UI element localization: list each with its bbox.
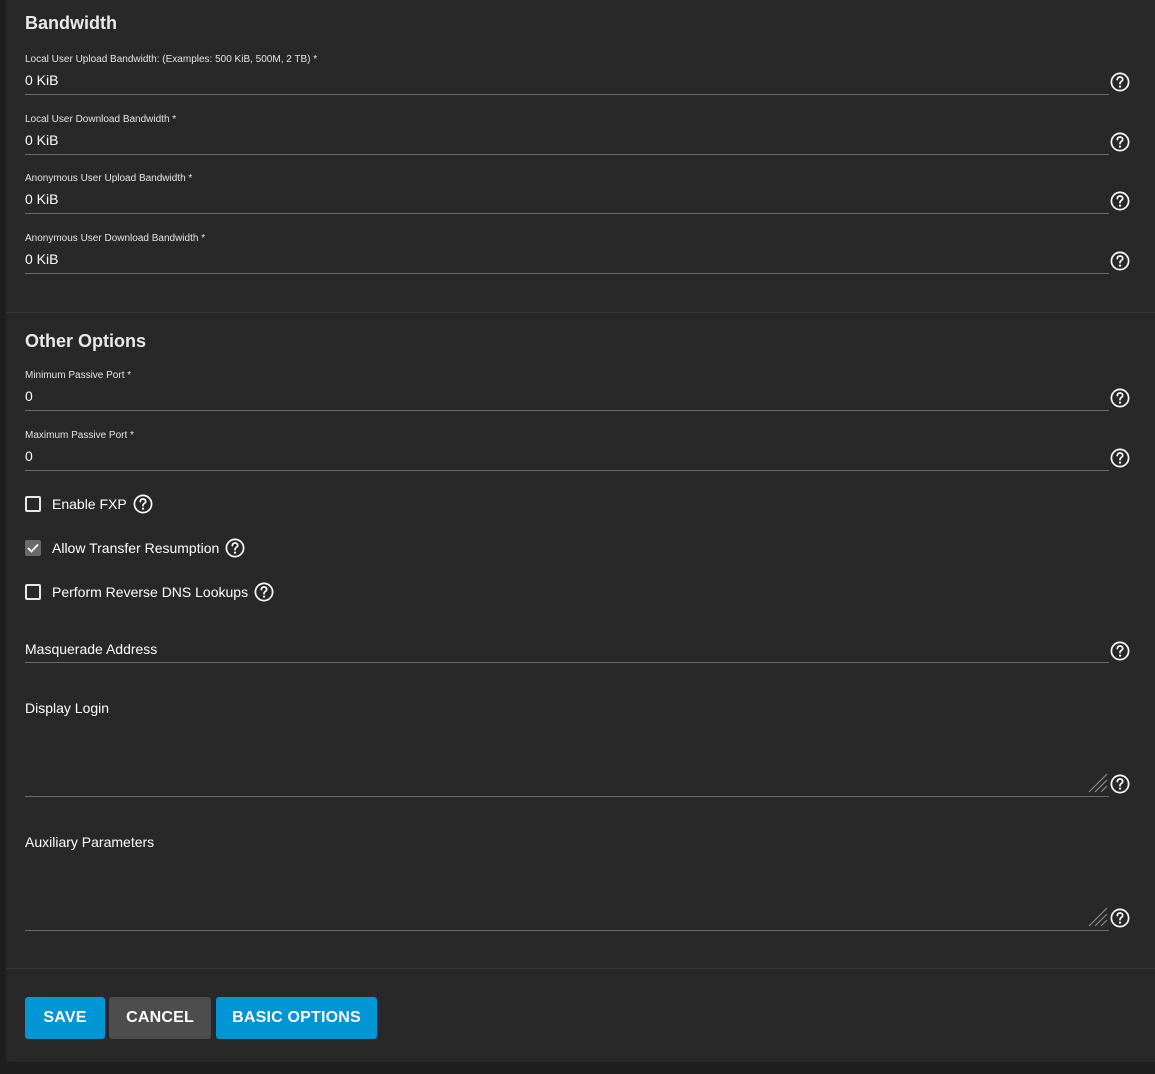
allow-transfer-resumption-label: Allow Transfer Resumption: [52, 540, 220, 556]
field-underline: [25, 410, 1109, 411]
resize-handle-icon[interactable]: [1086, 905, 1108, 927]
local-download-bandwidth-input[interactable]: 0 KiB: [25, 132, 58, 148]
anon-download-bandwidth-field[interactable]: Anonymous User Download Bandwidth * 0 Ki…: [25, 232, 1109, 275]
section-divider: [6, 312, 1155, 313]
basic-options-button[interactable]: BASIC OPTIONS: [216, 997, 377, 1039]
anon-upload-bandwidth-input[interactable]: 0 KiB: [25, 191, 58, 207]
reverse-dns-label: Perform Reverse DNS Lookups: [52, 584, 249, 600]
help-circle-icon[interactable]: [133, 494, 153, 514]
ftp-advanced-form: Bandwidth Local User Upload Bandwidth: (…: [6, 0, 1155, 1062]
resize-handle-icon[interactable]: [1086, 771, 1108, 793]
help-circle-icon[interactable]: [1110, 132, 1130, 152]
field-label: Anonymous User Download Bandwidth *: [25, 233, 206, 244]
field-label: Minimum Passive Port *: [25, 370, 132, 381]
anon-download-bandwidth-input[interactable]: 0 KiB: [25, 251, 58, 267]
actions-divider: [6, 968, 1155, 969]
anon-upload-bandwidth-field[interactable]: Anonymous User Upload Bandwidth * 0 KiB: [25, 172, 1109, 215]
enable-fxp-checkbox[interactable]: [25, 496, 41, 512]
auxiliary-parameters-placeholder: Auxiliary Parameters: [25, 834, 155, 850]
check-icon: [27, 543, 39, 553]
min-passive-port-input[interactable]: 0: [25, 388, 33, 404]
reverse-dns-checkbox[interactable]: [25, 584, 41, 600]
enable-fxp-row: Enable FXP: [25, 492, 153, 516]
field-underline: [25, 154, 1109, 155]
field-label: Maximum Passive Port *: [25, 430, 134, 441]
field-underline: [25, 662, 1109, 663]
local-download-bandwidth-field[interactable]: Local User Download Bandwidth * 0 KiB: [25, 113, 1109, 156]
bandwidth-section-title: Bandwidth: [25, 13, 117, 33]
field-label: Local User Download Bandwidth *: [25, 114, 177, 125]
save-button[interactable]: SAVE: [25, 997, 105, 1039]
max-passive-port-field[interactable]: Maximum Passive Port * 0: [25, 429, 1109, 472]
local-upload-bandwidth-input[interactable]: 0 KiB: [25, 72, 58, 88]
field-underline: [25, 930, 1109, 931]
help-circle-icon[interactable]: [1110, 448, 1130, 468]
enable-fxp-label: Enable FXP: [52, 496, 127, 512]
field-underline: [25, 273, 1109, 274]
local-upload-bandwidth-field[interactable]: Local User Upload Bandwidth: (Examples: …: [25, 53, 1109, 96]
help-circle-icon[interactable]: [225, 538, 245, 558]
min-passive-port-field[interactable]: Minimum Passive Port * 0: [25, 369, 1109, 412]
field-underline: [25, 796, 1109, 797]
field-underline: [25, 470, 1109, 471]
allow-transfer-resumption-checkbox[interactable]: [25, 540, 41, 556]
help-circle-icon[interactable]: [1110, 191, 1130, 211]
other-options-section-title: Other Options: [25, 331, 146, 351]
help-circle-icon[interactable]: [1110, 908, 1130, 928]
masquerade-address-input[interactable]: Masquerade Address: [25, 641, 157, 657]
reverse-dns-row: Perform Reverse DNS Lookups: [25, 580, 274, 604]
field-underline: [25, 213, 1109, 214]
allow-transfer-resumption-row: Allow Transfer Resumption: [25, 536, 245, 560]
help-circle-icon[interactable]: [1110, 72, 1130, 92]
help-circle-icon[interactable]: [254, 582, 274, 602]
help-circle-icon[interactable]: [1110, 388, 1130, 408]
auxiliary-parameters-textarea[interactable]: Auxiliary Parameters: [25, 824, 1109, 932]
masquerade-address-field[interactable]: Masquerade Address: [25, 630, 1109, 665]
display-login-textarea[interactable]: Display Login: [25, 690, 1109, 798]
field-underline: [25, 94, 1109, 95]
field-label: Anonymous User Upload Bandwidth *: [25, 173, 193, 184]
field-label: Local User Upload Bandwidth: (Examples: …: [25, 54, 318, 65]
max-passive-port-input[interactable]: 0: [25, 448, 33, 464]
display-login-placeholder: Display Login: [25, 700, 110, 716]
help-circle-icon[interactable]: [1110, 641, 1130, 661]
help-circle-icon[interactable]: [1110, 251, 1130, 271]
cancel-button[interactable]: CANCEL: [109, 997, 211, 1039]
help-circle-icon[interactable]: [1110, 774, 1130, 794]
